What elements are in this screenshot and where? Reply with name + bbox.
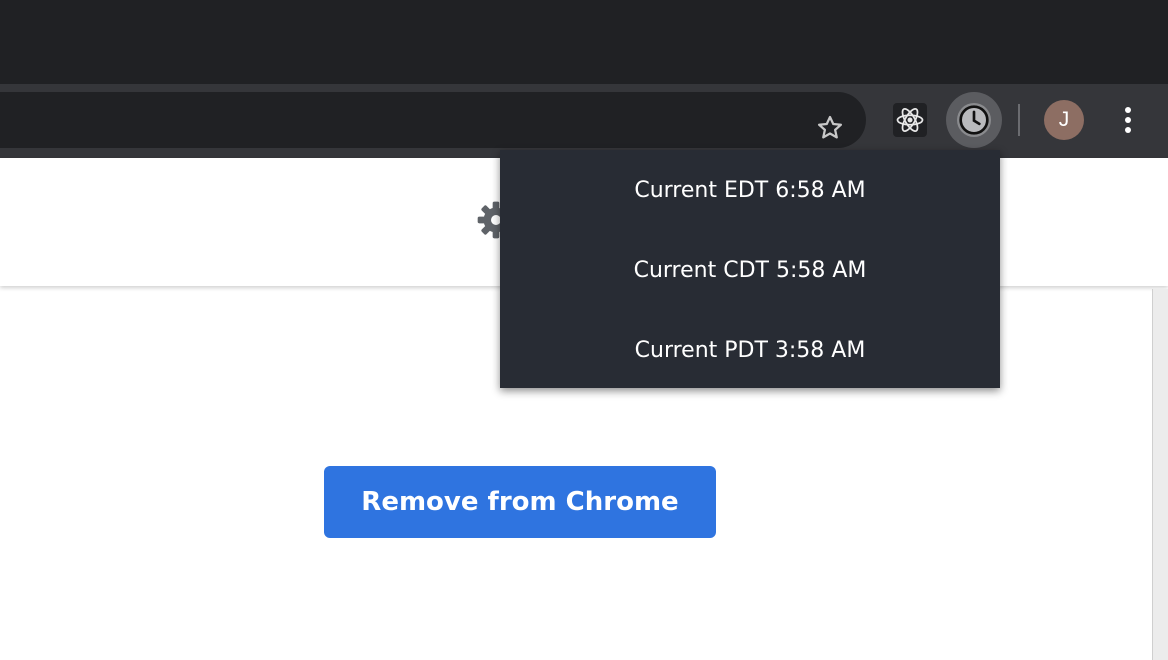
clock-icon-background xyxy=(957,103,991,137)
time-row-edt: Current EDT 6:58 AM xyxy=(634,177,866,203)
browser-title-bar xyxy=(0,0,1168,84)
browser-toolbar: J xyxy=(0,84,1168,158)
clock-icon xyxy=(959,105,989,135)
timezone-popup: Current EDT 6:58 AM Current CDT 5:58 AM … xyxy=(500,150,1000,388)
time-row-cdt: Current CDT 5:58 AM xyxy=(633,257,867,283)
star-outline-icon xyxy=(818,115,842,139)
time-row-pdt: Current PDT 3:58 AM xyxy=(634,337,866,363)
remove-from-chrome-button[interactable]: Remove from Chrome xyxy=(324,466,716,538)
react-icon xyxy=(896,108,924,132)
react-devtools-extension-button[interactable] xyxy=(882,92,938,148)
address-bar[interactable] xyxy=(0,92,866,148)
toolbar-separator xyxy=(1018,104,1020,136)
browser-menu-button[interactable] xyxy=(1100,92,1156,148)
avatar: J xyxy=(1044,100,1084,140)
more-vert-icon xyxy=(1125,107,1131,133)
profile-button[interactable]: J xyxy=(1036,92,1092,148)
page-scrollbar[interactable] xyxy=(1152,289,1168,660)
bookmark-button[interactable] xyxy=(806,104,854,152)
clock-extension-button[interactable] xyxy=(946,92,1002,148)
react-icon-background xyxy=(893,103,927,137)
